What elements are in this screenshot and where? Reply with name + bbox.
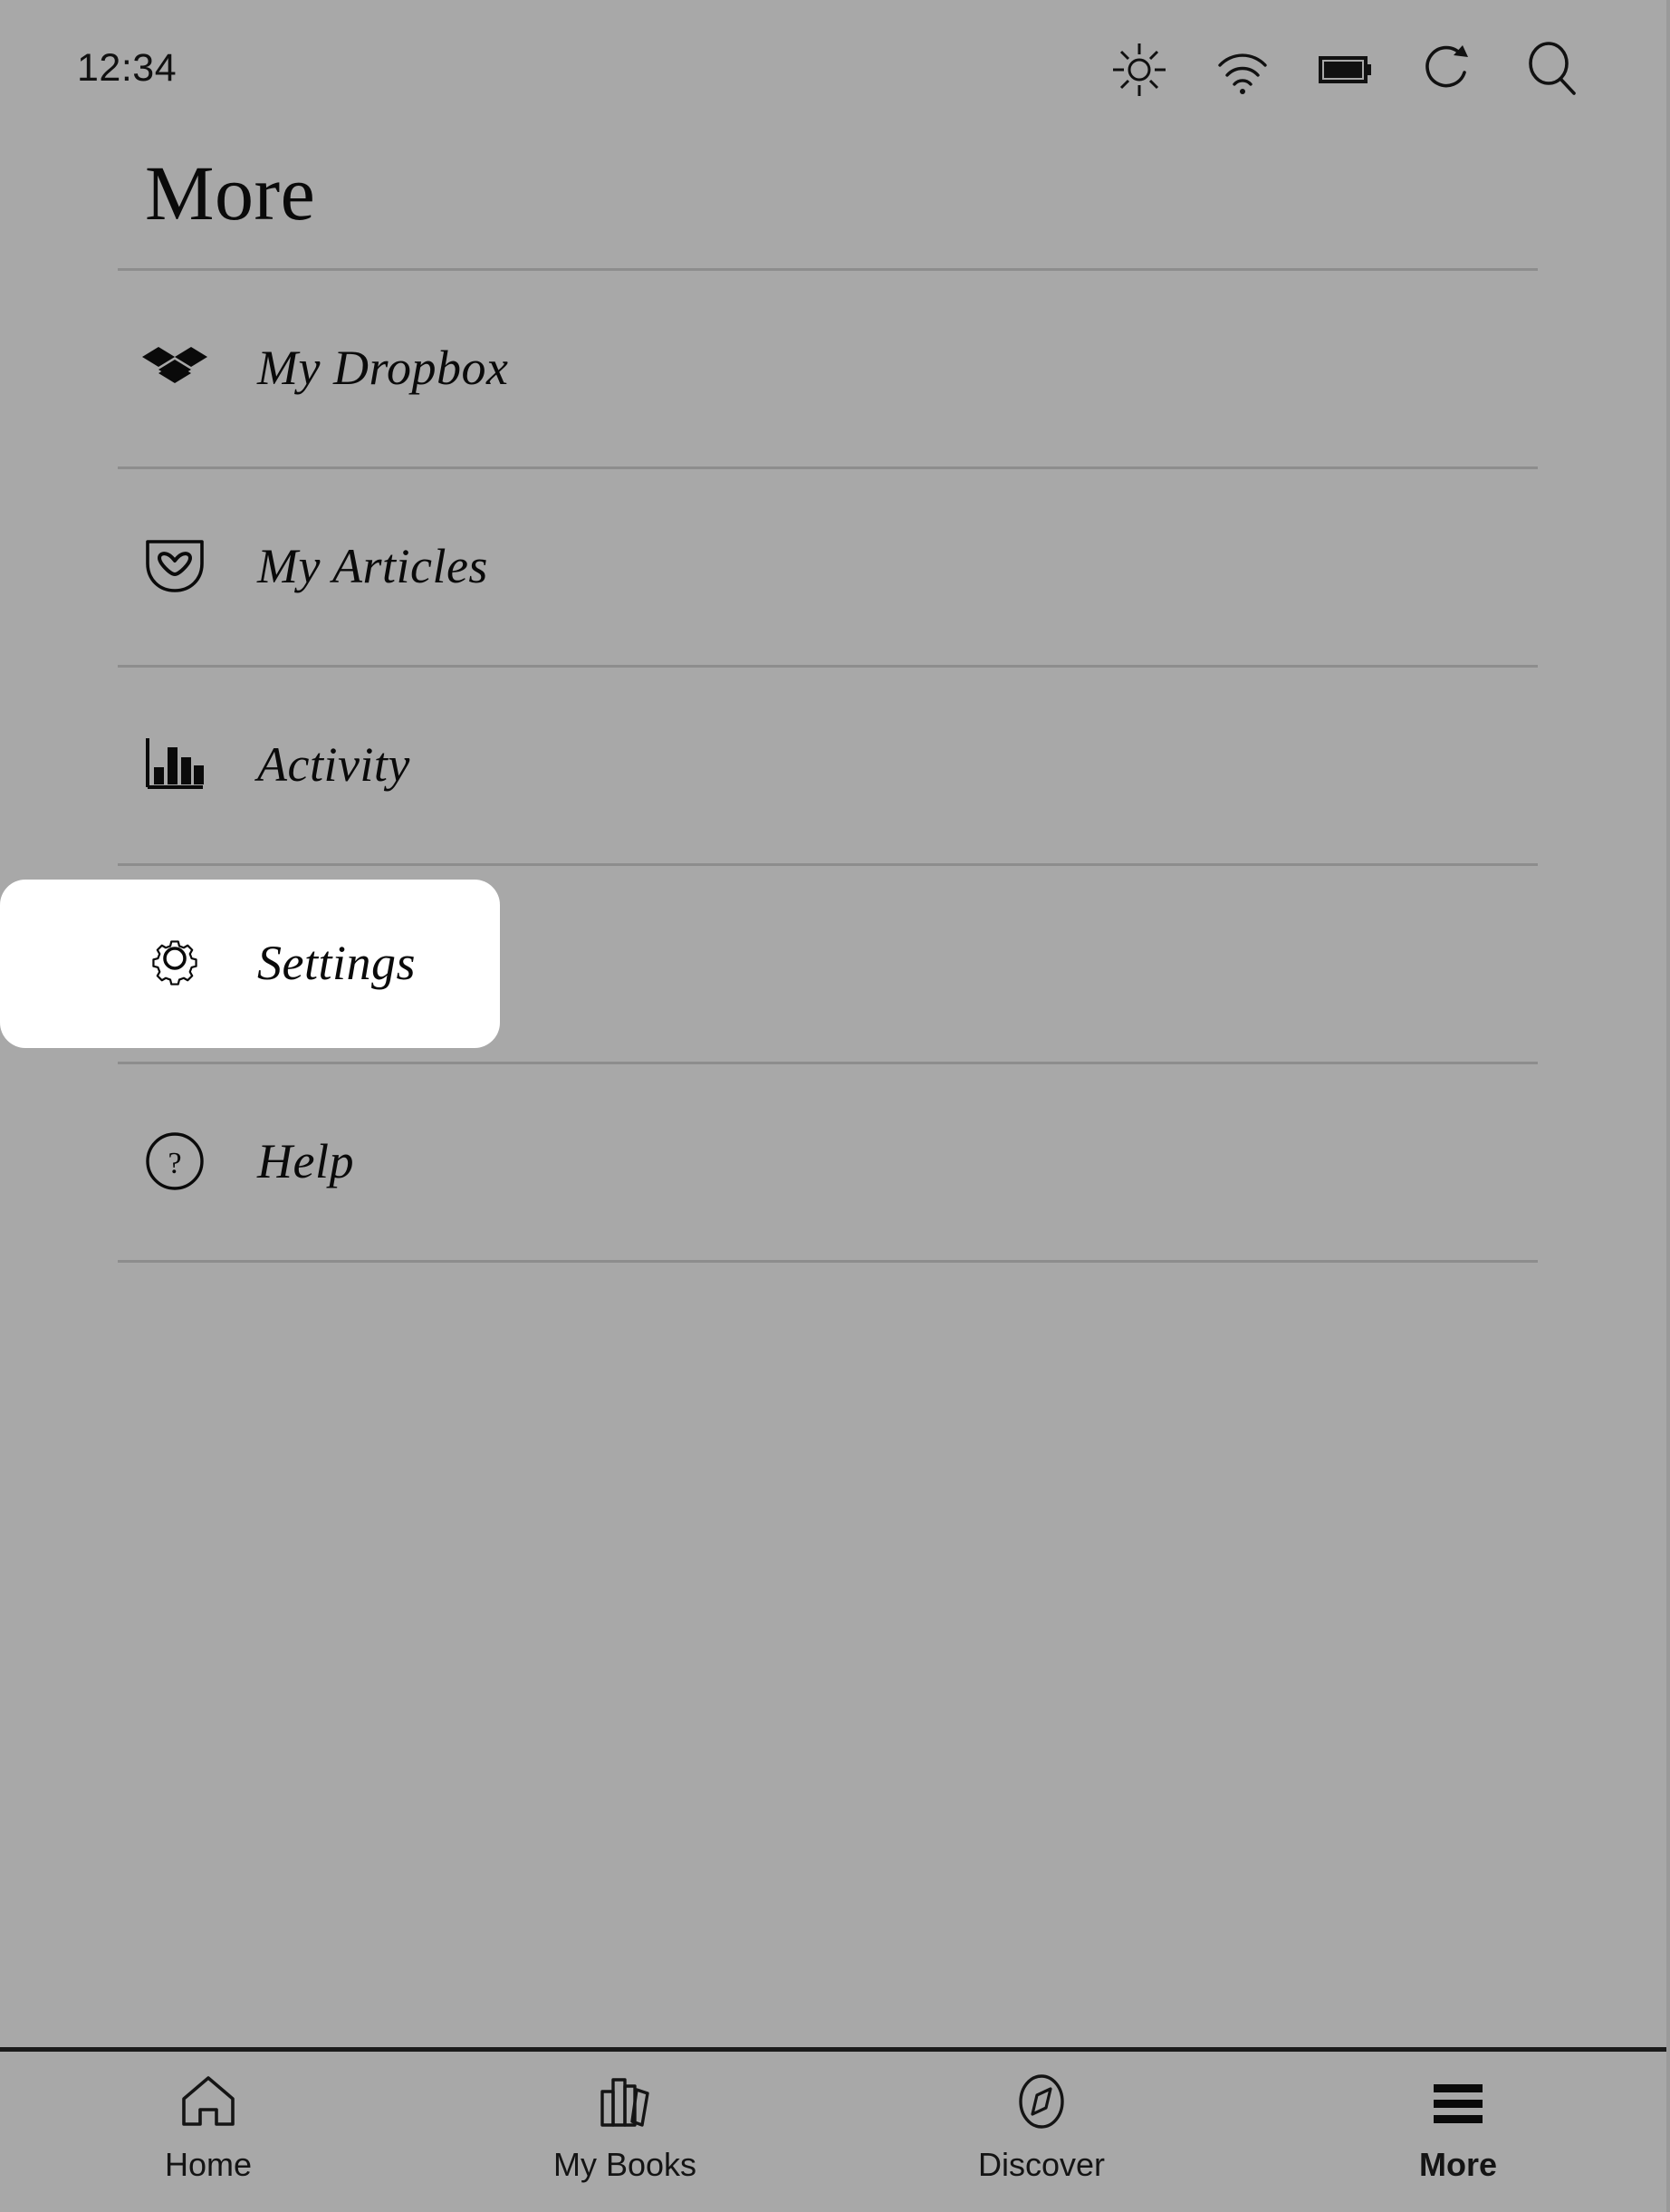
search-icon[interactable] [1524,40,1580,96]
dropbox-icon [141,334,208,401]
battery-icon[interactable] [1318,40,1374,96]
gear-icon [141,929,208,996]
nav-item-label: Discover [978,2146,1105,2184]
nav-item-label: My Books [553,2146,696,2184]
compass-icon [1012,2072,1071,2131]
nav-item-home[interactable]: Home [0,2072,417,2184]
status-clock: 12:34 [77,46,177,91]
bottom-navigation-bar: Home My Books [0,2047,1666,2212]
house-icon [178,2072,238,2131]
page-title: More [0,136,1666,234]
nav-item-more[interactable]: More [1250,2072,1666,2184]
nav-item-discover[interactable]: Discover [833,2072,1250,2184]
more-menu-list: My Dropbox My Articles [0,268,1666,1260]
nav-item-label: Home [165,2146,252,2184]
e-reader-screen: 12:34 [0,0,1670,2212]
status-icon-group [1111,40,1580,96]
question-circle-icon: ? [141,1128,208,1195]
pocket-icon [141,533,208,600]
menu-item-label: Help [257,1133,354,1189]
sync-icon[interactable] [1421,40,1477,96]
divider [118,1260,1538,1263]
menu-item-label: Settings [257,935,416,991]
svg-text:?: ? [168,1147,181,1180]
books-icon [595,2072,655,2131]
menu-item-activity[interactable]: Activity [0,665,1666,863]
content-spacer [0,1260,1666,2047]
status-bar: 12:34 [0,0,1666,136]
nav-item-label: More [1419,2146,1497,2184]
menu-item-help[interactable]: ? Help [0,1062,1666,1260]
menu-item-my-articles[interactable]: My Articles [0,466,1666,665]
wifi-icon[interactable] [1214,40,1271,96]
menu-item-label: Activity [257,736,410,793]
menu-item-label: My Articles [257,538,488,594]
hamburger-icon [1428,2072,1488,2131]
menu-item-settings[interactable]: Settings [0,863,1666,1062]
bar-chart-icon [141,731,208,798]
menu-item-label: My Dropbox [257,340,508,396]
menu-item-my-dropbox[interactable]: My Dropbox [0,268,1666,466]
brightness-icon[interactable] [1111,40,1167,96]
nav-item-my-books[interactable]: My Books [417,2072,833,2184]
